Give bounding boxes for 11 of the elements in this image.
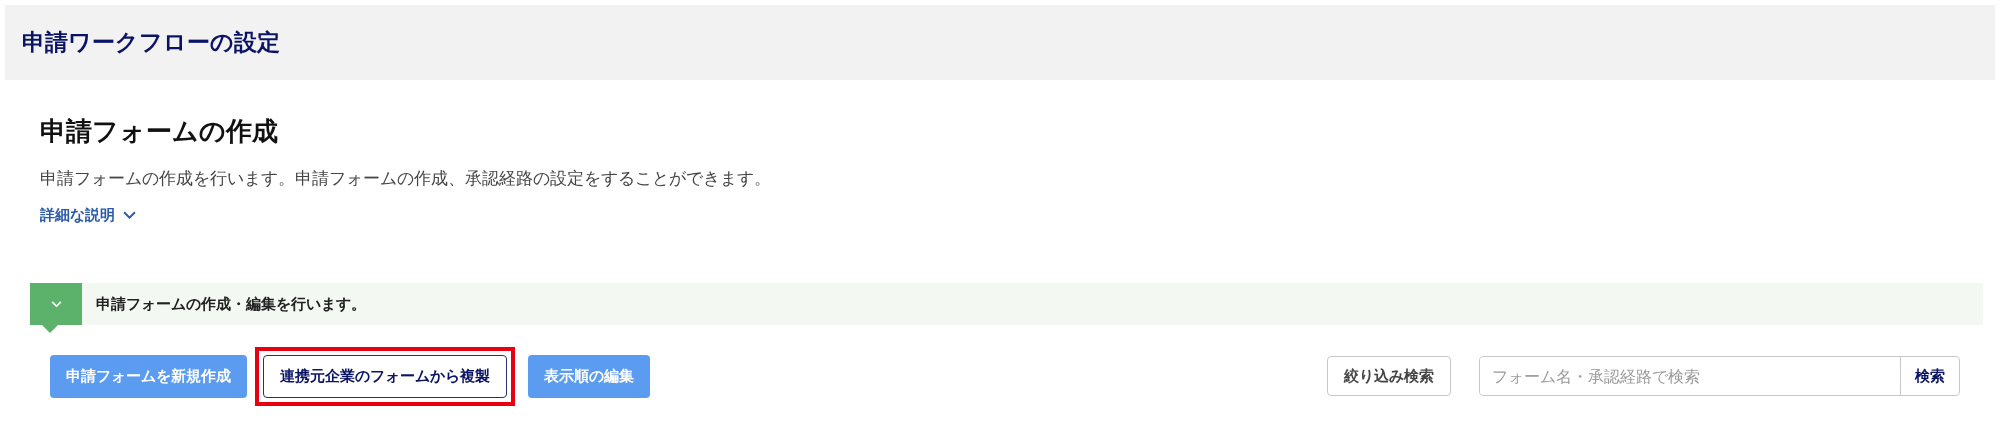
section-description: 申請フォームの作成を行います。申請フォームの作成、承認経路の設定をすることができます。 <box>40 167 772 191</box>
section-title: 申請フォームの作成 <box>40 116 279 148</box>
action-button[interactable]: 連携元企業のフォームから複製 <box>263 354 507 398</box>
filter-button[interactable]: 絞り込み検索 <box>1327 356 1451 397</box>
search-button[interactable]: 検索 <box>1900 357 1959 396</box>
details-link[interactable]: 詳細な説明 <box>40 206 136 226</box>
page-title: 申請ワークフローの設定 <box>22 28 280 57</box>
chevron-icon <box>50 300 62 308</box>
search-field[interactable]: フォーム名・承認経路で検索 検索 <box>1479 356 1960 397</box>
notice-text: 申請フォームの作成・編集を行います。 <box>96 294 366 314</box>
chevron-icon <box>123 211 136 221</box>
